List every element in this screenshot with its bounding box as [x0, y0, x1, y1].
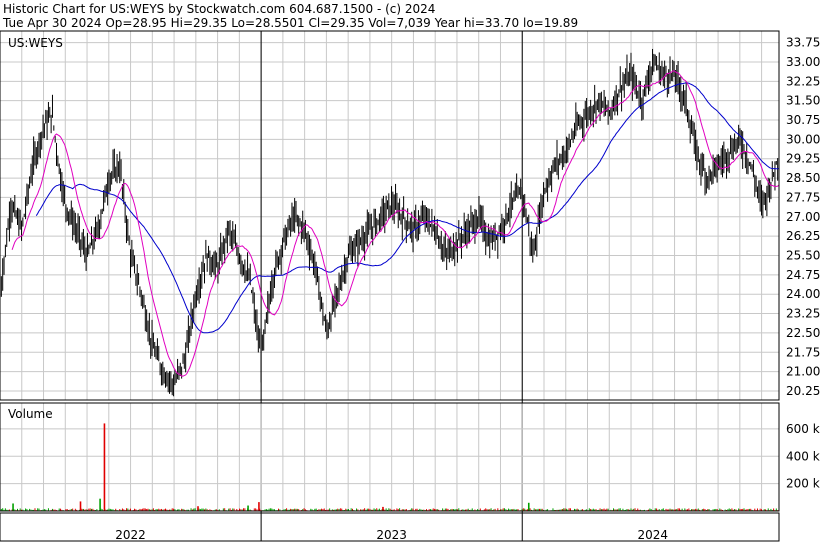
price-tick-label: 33.00	[786, 55, 820, 69]
price-tick-label: 27.00	[786, 210, 820, 224]
chart-header-line2: Tue Apr 30 2024 Op=28.95 Hi=29.35 Lo=28.…	[2, 16, 578, 30]
volume-tick-label: 200 k	[786, 477, 820, 491]
price-tick-label: 30.75	[786, 113, 820, 127]
price-tick-label: 24.00	[786, 287, 820, 301]
price-tick-label: 23.25	[786, 307, 820, 321]
volume-axis: 600 k 400 k 200 k	[786, 422, 820, 491]
year-label: 2023	[376, 528, 407, 542]
symbol-label: US:WEYS	[8, 36, 63, 50]
price-tick-label: 27.75	[786, 190, 820, 204]
chart-header-line1: Historic Chart for US:WEYS by Stockwatch…	[3, 2, 435, 16]
price-tick-label: 33.75	[786, 36, 820, 50]
stock-chart: Historic Chart for US:WEYS by Stockwatch…	[0, 0, 830, 543]
price-tick-label: 30.00	[786, 132, 820, 146]
price-tick-label: 32.25	[786, 74, 820, 88]
volume-tick-label: 600 k	[786, 422, 820, 436]
price-tick-label: 22.50	[786, 326, 820, 340]
price-tick-label: 25.50	[786, 248, 820, 262]
price-tick-label: 21.75	[786, 345, 820, 359]
year-label: 2024	[638, 528, 669, 542]
price-tick-label: 21.00	[786, 365, 820, 379]
year-label: 2022	[115, 528, 146, 542]
price-tick-label: 24.75	[786, 268, 820, 282]
price-tick-label: 28.50	[786, 171, 820, 185]
price-tick-label: 20.25	[786, 384, 820, 398]
volume-label: Volume	[8, 407, 53, 421]
price-tick-label: 31.50	[786, 94, 820, 108]
chart-canvas: Historic Chart for US:WEYS by Stockwatch…	[0, 0, 830, 543]
volume-tick-label: 400 k	[786, 449, 820, 463]
price-tick-label: 29.25	[786, 152, 820, 166]
price-tick-label: 26.25	[786, 229, 820, 243]
